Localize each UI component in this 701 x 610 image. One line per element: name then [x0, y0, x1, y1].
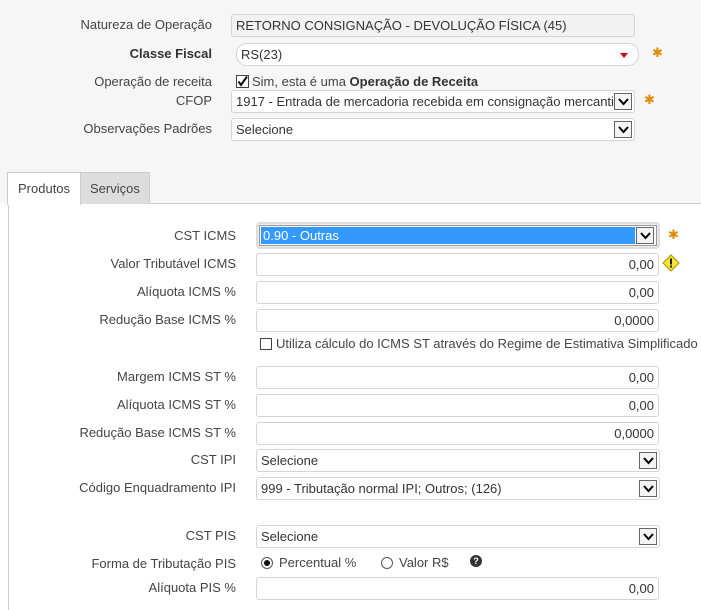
estimativa-simplificado-label: Utiliza cálculo do ICMS ST através do Re… [276, 336, 698, 351]
checkbox-checked-icon [236, 75, 249, 88]
radio-unselected-icon [381, 557, 393, 569]
cfop-select[interactable]: 1917 - Entrada de mercadoria recebida em… [231, 90, 635, 113]
observacoes-select[interactable]: Selecione [231, 118, 635, 141]
cst-icms-label: CST ICMS [174, 228, 236, 243]
cst-pis-label: CST PIS [185, 528, 236, 543]
margem-icms-st-input[interactable]: 0,00 [256, 366, 659, 389]
valor-tributavel-icms-input[interactable]: 0,00 [256, 253, 659, 276]
radio-percentual-label: Percentual % [279, 555, 357, 570]
chevron-down-icon [639, 452, 657, 469]
aliquota-icms-input[interactable]: 0,00 [256, 281, 659, 304]
cst-ipi-select[interactable]: Selecione [256, 449, 660, 472]
chevron-down-icon [639, 480, 657, 497]
reducao-base-icms-label: Redução Base ICMS % [99, 312, 236, 327]
cfop-label: CFOP [175, 93, 212, 108]
tab-produtos[interactable]: Produtos [7, 172, 82, 205]
aliquota-pis-input[interactable]: 0,00 [256, 577, 659, 600]
aliquota-icms-st-label: Alíquota ICMS ST % [117, 397, 236, 412]
required-asterisk-icon: ✱ [652, 45, 663, 60]
classe-fiscal-value: RS(23) [241, 47, 283, 62]
chevron-down-icon [614, 121, 632, 138]
operacao-receita-checkbox[interactable]: Sim, esta é uma Operação de Receita [236, 74, 478, 90]
radio-percentual[interactable]: Percentual % [261, 555, 356, 571]
classe-fiscal-select[interactable]: RS(23) [236, 43, 639, 66]
chevron-down-icon [614, 93, 632, 110]
chevron-down-icon [636, 227, 654, 244]
forma-tributacao-pis-label: Forma de Tributação PIS [91, 556, 236, 571]
help-icon[interactable]: ? [470, 555, 482, 567]
operacao-receita-text: Sim, esta é uma [252, 74, 350, 89]
classe-fiscal-label: Classe Fiscal [129, 46, 212, 61]
required-asterisk-icon: ✱ [644, 92, 655, 107]
radio-valor-label: Valor R$ [399, 555, 449, 570]
cst-icms-value: 0.90 - Outras [261, 227, 635, 244]
cst-ipi-value: Selecione [261, 453, 319, 468]
cst-pis-select[interactable]: Selecione [256, 525, 660, 548]
observacoes-label: Observações Padrões [83, 121, 212, 136]
radio-valor[interactable]: Valor R$ [381, 555, 449, 571]
operacao-receita-label: Operação de receita [94, 74, 212, 89]
reducao-base-icms-st-label: Redução Base ICMS ST % [79, 425, 236, 440]
observacoes-value: Selecione [236, 122, 294, 137]
natureza-field: RETORNO CONSIGNAÇÃO - DEVOLUÇÃO FÍSICA (… [231, 14, 635, 37]
warning-icon[interactable] [662, 254, 680, 275]
aliquota-icms-label: Alíquota ICMS % [137, 284, 236, 299]
codigo-enquadramento-ipi-select[interactable]: 999 - Tributação normal IPI; Outros; (12… [256, 477, 660, 500]
codigo-enquadramento-ipi-label: Código Enquadramento IPI [79, 480, 236, 495]
tab-servicos[interactable]: Serviços [79, 172, 150, 204]
cfop-value: 1917 - Entrada de mercadoria recebida em… [236, 94, 617, 109]
checkbox-unchecked-icon [260, 338, 272, 350]
operacao-receita-bold: Operação de Receita [349, 74, 479, 89]
margem-icms-st-label: Margem ICMS ST % [117, 369, 236, 384]
reducao-base-icms-input[interactable]: 0,0000 [256, 309, 659, 332]
cst-icms-select[interactable]: 0.90 - Outras [259, 225, 657, 246]
radio-selected-icon [261, 557, 273, 569]
natureza-label: Natureza de Operação [80, 17, 212, 32]
reducao-base-icms-st-input[interactable]: 0,0000 [256, 422, 659, 445]
codigo-enquadramento-ipi-value: 999 - Tributação normal IPI; Outros; (12… [261, 481, 502, 496]
chevron-down-icon [639, 528, 657, 545]
valor-tributavel-icms-label: Valor Tributável ICMS [110, 256, 236, 271]
caret-down-icon [620, 53, 628, 58]
cst-ipi-label: CST IPI [190, 452, 236, 467]
estimativa-simplificado-checkbox[interactable]: Utiliza cálculo do ICMS ST através do Re… [260, 336, 698, 352]
required-asterisk-icon: ✱ [668, 227, 679, 242]
cst-pis-value: Selecione [261, 529, 319, 544]
aliquota-icms-st-input[interactable]: 0,00 [256, 394, 659, 417]
aliquota-pis-label: Alíquota PIS % [148, 580, 236, 595]
